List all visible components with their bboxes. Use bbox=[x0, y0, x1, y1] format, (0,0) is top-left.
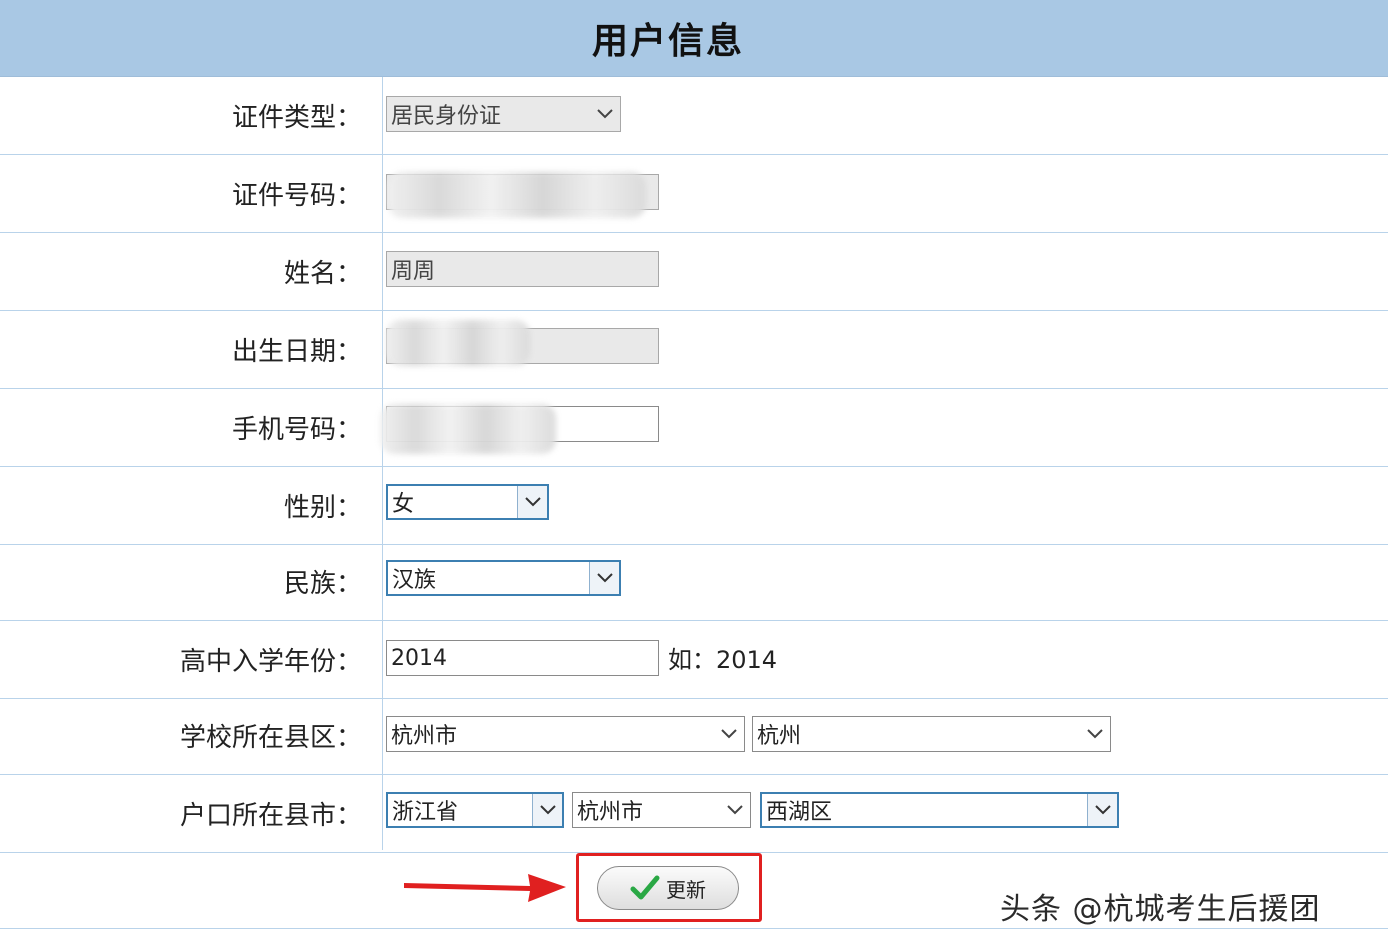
red-arrow-icon bbox=[404, 874, 566, 902]
school-city-value: 杭州市 bbox=[391, 724, 458, 749]
chevron-down-icon bbox=[1080, 717, 1110, 751]
chevron-down-icon bbox=[589, 562, 619, 594]
hukou-province-select[interactable]: 浙江省 bbox=[386, 792, 564, 828]
hukou-label: 户口所在县市： bbox=[179, 801, 362, 831]
ethnicity-label: 民族： bbox=[283, 569, 362, 599]
school-district-select[interactable]: 杭州 bbox=[752, 716, 1111, 752]
id-type-value: 居民身份证 bbox=[391, 104, 502, 129]
row-phone: 手机号码： bbox=[0, 389, 1388, 467]
enroll-year-input[interactable]: 2014 bbox=[386, 640, 659, 676]
enroll-year-hint: 如：2014 bbox=[668, 646, 778, 674]
id-type-label: 证件类型： bbox=[231, 103, 362, 133]
row-ethnicity: 民族： bbox=[0, 543, 1388, 621]
redaction-blur bbox=[386, 320, 530, 366]
gender-select[interactable]: 女 bbox=[386, 484, 549, 520]
school-city-select[interactable]: 杭州市 bbox=[386, 716, 745, 752]
id-type-select[interactable]: 居民身份证 bbox=[386, 96, 621, 132]
checkmark-icon bbox=[630, 875, 660, 900]
chevron-down-icon bbox=[590, 97, 620, 131]
header-bar: 用户信息 bbox=[0, 0, 1388, 77]
chevron-down-icon bbox=[532, 794, 562, 826]
gender-value: 女 bbox=[392, 492, 415, 517]
row-name: 姓名： bbox=[0, 233, 1388, 311]
gender-label: 性别： bbox=[283, 493, 362, 523]
hukou-district-select[interactable]: 西湖区 bbox=[760, 792, 1119, 828]
hukou-city-select[interactable]: 杭州市 bbox=[572, 792, 751, 828]
chevron-down-icon bbox=[517, 486, 547, 518]
chevron-down-icon bbox=[720, 793, 750, 827]
school-district-label: 学校所在县区： bbox=[179, 723, 362, 753]
phone-label: 手机号码： bbox=[231, 415, 362, 445]
row-gender: 性别： bbox=[0, 467, 1388, 545]
redaction-blur bbox=[380, 404, 556, 454]
hukou-district-value: 西湖区 bbox=[766, 800, 833, 825]
update-button-label: 更新 bbox=[666, 877, 706, 902]
hukou-province-value: 浙江省 bbox=[392, 800, 459, 825]
ethnicity-select[interactable]: 汉族 bbox=[386, 560, 621, 596]
name-field[interactable]: 周周 bbox=[386, 251, 659, 287]
birth-date-label: 出生日期： bbox=[231, 337, 362, 367]
chevron-down-icon bbox=[714, 717, 744, 751]
name-value: 周周 bbox=[391, 259, 436, 284]
row-id-number: 证件号码： bbox=[0, 155, 1388, 233]
watermark-text: 头条 @杭城考生后援团 bbox=[1000, 892, 1321, 927]
page-title: 用户信息 bbox=[591, 21, 744, 62]
name-label: 姓名： bbox=[283, 259, 362, 289]
update-button[interactable]: 更新 bbox=[597, 866, 739, 910]
chevron-down-icon bbox=[1087, 794, 1117, 826]
id-number-label: 证件号码： bbox=[231, 181, 362, 211]
row-id-type: 证件类型： bbox=[0, 77, 1388, 155]
school-district-value: 杭州 bbox=[757, 724, 802, 749]
hukou-city-value: 杭州市 bbox=[577, 800, 644, 825]
row-birth-date: 出生日期： bbox=[0, 311, 1388, 389]
enroll-year-label: 高中入学年份： bbox=[179, 647, 362, 677]
enroll-year-value: 2014 bbox=[391, 645, 447, 671]
redaction-blur bbox=[388, 172, 646, 218]
ethnicity-value: 汉族 bbox=[392, 568, 437, 593]
